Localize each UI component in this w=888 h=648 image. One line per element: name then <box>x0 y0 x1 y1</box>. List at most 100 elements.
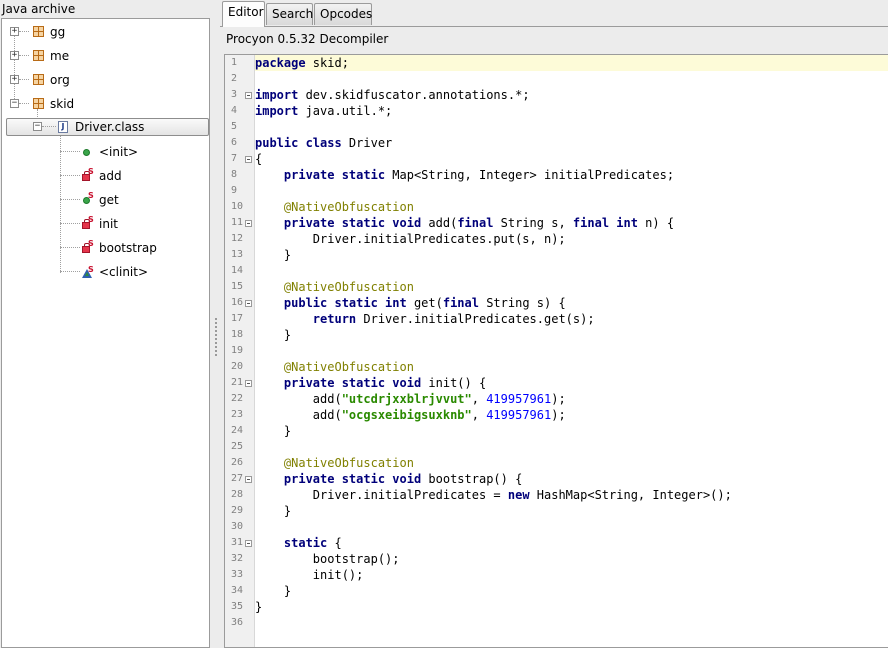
code-line[interactable]: } <box>255 503 888 519</box>
tree-member-init[interactable]: S init <box>2 213 207 235</box>
private-static-method-icon: S <box>81 215 94 230</box>
code-line[interactable]: public class Driver <box>255 135 888 151</box>
code-line[interactable]: private static void init() { <box>255 375 888 391</box>
code-line[interactable]: { <box>255 151 888 167</box>
tab-search[interactable]: Search <box>266 3 313 25</box>
code-line[interactable]: package skid; <box>255 55 888 71</box>
code-line[interactable] <box>255 439 888 455</box>
tree-package-gg[interactable]: + gg <box>2 21 207 43</box>
code-line[interactable] <box>255 183 888 199</box>
code-line[interactable] <box>255 343 888 359</box>
code-token-plain: get( <box>406 296 443 310</box>
code-line[interactable]: @NativeObfuscation <box>255 279 888 295</box>
code-line[interactable]: import dev.skidfuscator.annotations.*; <box>255 87 888 103</box>
code-line[interactable]: Driver.initialPredicates.put(s, n); <box>255 231 888 247</box>
expand-toggle-icon[interactable]: + <box>10 51 19 60</box>
code-line[interactable]: private static void bootstrap() { <box>255 471 888 487</box>
code-line[interactable] <box>255 519 888 535</box>
code-line[interactable]: init(); <box>255 567 888 583</box>
code-token-kw: private static void <box>283 216 422 230</box>
package-icon <box>33 98 44 109</box>
line-number: 12 <box>231 233 244 244</box>
tree-member-add[interactable]: S add <box>2 165 207 187</box>
code-line[interactable]: return Driver.initialPredicates.get(s); <box>255 311 888 327</box>
code-token-kw: final <box>457 216 494 230</box>
expand-toggle-icon[interactable]: + <box>10 75 19 84</box>
line-number: 5 <box>231 121 238 132</box>
line-number: 30 <box>231 521 244 532</box>
code-line[interactable]: @NativeObfuscation <box>255 359 888 375</box>
java-archive-panel: Java archive + gg + me + org − skid − J … <box>0 0 212 648</box>
code-token-kw: static <box>283 536 328 550</box>
tree-member-init-constructor[interactable]: <init> <box>2 141 207 163</box>
fold-toggle-icon[interactable] <box>245 380 252 387</box>
tree-member-get[interactable]: S get <box>2 189 207 211</box>
collapse-toggle-icon[interactable]: − <box>10 99 19 108</box>
line-number: 20 <box>231 361 244 372</box>
code-token-plain: } <box>255 584 292 598</box>
code-line[interactable] <box>255 119 888 135</box>
code-token-kw: new <box>507 488 530 502</box>
code-line[interactable]: } <box>255 247 888 263</box>
code-line[interactable]: static { <box>255 535 888 551</box>
archive-tree[interactable]: + gg + me + org − skid − J Driver.class … <box>1 18 210 648</box>
line-number: 1 <box>231 57 238 68</box>
line-number: 15 <box>231 281 244 292</box>
line-number: 26 <box>231 457 244 468</box>
code-line[interactable] <box>255 615 888 631</box>
code-line[interactable]: } <box>255 599 888 615</box>
code-line[interactable]: @NativeObfuscation <box>255 455 888 471</box>
fold-toggle-icon[interactable] <box>245 540 252 547</box>
code-line[interactable]: } <box>255 583 888 599</box>
code-line[interactable]: Driver.initialPredicates = new HashMap<S… <box>255 487 888 503</box>
fold-toggle-icon[interactable] <box>245 92 252 99</box>
fold-toggle-icon[interactable] <box>245 300 252 307</box>
code-token-plain: Driver.initialPredicates.put(s, n); <box>255 232 566 246</box>
fold-toggle-icon[interactable] <box>245 156 252 163</box>
tab-bar: Editor Search Opcodes <box>220 0 888 27</box>
pane-splitter[interactable] <box>212 0 220 648</box>
tree-class-driver[interactable]: − J Driver.class <box>6 118 209 136</box>
code-token-plain: add( <box>255 392 342 406</box>
tree-member-label: <clinit> <box>99 265 149 279</box>
code-line[interactable]: import java.util.*; <box>255 103 888 119</box>
code-line[interactable]: } <box>255 327 888 343</box>
code-line[interactable]: } <box>255 423 888 439</box>
tree-package-org[interactable]: + org <box>2 69 207 91</box>
code-line[interactable] <box>255 263 888 279</box>
code-area[interactable]: package skid; import dev.skidfuscator.ann… <box>255 55 888 647</box>
code-line[interactable]: bootstrap(); <box>255 551 888 567</box>
code-line[interactable]: private static Map<String, Integer> init… <box>255 167 888 183</box>
code-token-plain: java.util.*; <box>298 104 393 118</box>
code-line[interactable]: public static int get(final String s) { <box>255 295 888 311</box>
line-number: 31 <box>231 537 244 548</box>
tab-editor[interactable]: Editor <box>222 1 265 27</box>
code-token-num: 419957961 <box>486 392 552 406</box>
tree-package-me[interactable]: + me <box>2 45 207 67</box>
code-line[interactable]: add("utcdrjxxblrjvvut", 419957961); <box>255 391 888 407</box>
code-line[interactable]: @NativeObfuscation <box>255 199 888 215</box>
tree-package-skid[interactable]: − skid <box>2 93 207 115</box>
tree-member-label: <init> <box>99 145 139 159</box>
tab-opcodes[interactable]: Opcodes <box>314 3 372 25</box>
tree-package-label: skid <box>50 97 75 111</box>
fold-toggle-icon[interactable] <box>245 220 252 227</box>
code-line[interactable]: private static void add(final String s, … <box>255 215 888 231</box>
expand-toggle-icon[interactable]: + <box>10 27 19 36</box>
code-token-plain: bootstrap(); <box>255 552 400 566</box>
code-editor[interactable]: 1 2 3 4 5 6 7 8 9 10 11 12 13 14 15 16 17 18 19 20 21 22 23 24 2… <box>224 54 888 648</box>
code-line[interactable] <box>255 71 888 87</box>
tree-member-bootstrap[interactable]: S bootstrap <box>2 237 207 259</box>
code-token-plain: ); <box>551 408 566 422</box>
code-token-plain: Driver <box>341 136 393 150</box>
fold-toggle-icon[interactable] <box>245 476 252 483</box>
code-line[interactable]: add("ocgsxeibigsuxknb", 419957961); <box>255 407 888 423</box>
collapse-toggle-icon[interactable]: − <box>33 122 42 131</box>
tree-member-clinit[interactable]: S <clinit> <box>2 261 207 283</box>
line-number: 35 <box>231 601 244 612</box>
line-number: 36 <box>231 617 244 628</box>
